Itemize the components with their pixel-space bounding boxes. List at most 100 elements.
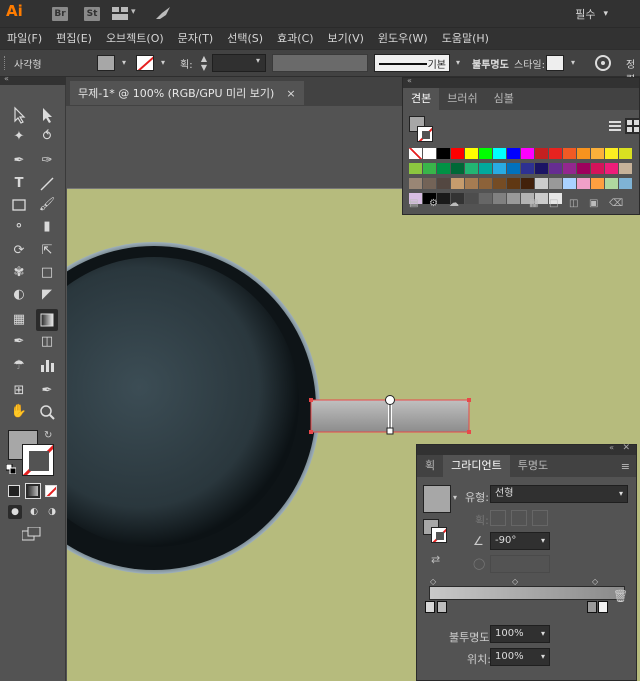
swatch[interactable] xyxy=(521,148,534,159)
list-view-icon[interactable] xyxy=(609,120,621,135)
color-stop[interactable] xyxy=(437,601,447,613)
grid-view-icon[interactable] xyxy=(625,118,640,134)
tab-gradient[interactable]: 그라디언트 xyxy=(443,455,510,477)
swatch[interactable] xyxy=(521,178,534,189)
gradient-tool-icon[interactable] xyxy=(36,309,58,331)
column-graph-tool-icon[interactable] xyxy=(36,355,58,377)
type-tool-icon[interactable]: T xyxy=(8,173,30,195)
swatch[interactable] xyxy=(619,148,632,159)
eyedropper-tool-icon[interactable]: ✒ xyxy=(8,331,30,353)
collapse-icon[interactable]: « xyxy=(407,76,412,85)
draw-normal-icon[interactable]: ● xyxy=(8,505,22,519)
swatch[interactable] xyxy=(409,178,422,189)
delete-swatch-icon[interactable]: ⌫ xyxy=(609,198,629,209)
menu-help[interactable]: 도움말(H) xyxy=(435,28,496,50)
swatch[interactable] xyxy=(535,163,548,174)
swatch[interactable] xyxy=(591,178,604,189)
swatch[interactable] xyxy=(479,148,492,159)
show-kinds-icon[interactable]: ▦ xyxy=(529,198,549,209)
color-stop-selected[interactable] xyxy=(598,601,608,613)
graphic-style-swatch[interactable] xyxy=(546,55,564,71)
swatch[interactable] xyxy=(423,148,436,159)
tab-swatches[interactable]: 견본 xyxy=(403,88,440,110)
document-tab[interactable]: 무제-1* @ 100% (RGB/GPU 미리 보기) × xyxy=(70,81,304,105)
swatch[interactable] xyxy=(423,163,436,174)
swatch[interactable] xyxy=(605,148,618,159)
swatch[interactable] xyxy=(535,148,548,159)
swatch[interactable] xyxy=(577,178,590,189)
menu-view[interactable]: 보기(V) xyxy=(321,28,371,50)
shape-builder-tool-icon[interactable]: ◐ xyxy=(8,284,30,306)
swatch[interactable] xyxy=(493,163,506,174)
chevron-down-icon[interactable]: ▾ xyxy=(256,56,260,65)
collapse-icon[interactable]: « xyxy=(609,443,614,452)
gradient-type-select[interactable]: 선형 ▾ xyxy=(490,485,628,503)
swatch[interactable] xyxy=(465,178,478,189)
free-transform-tool-icon[interactable]: □ xyxy=(36,262,58,284)
gradient-preview-swatch[interactable] xyxy=(423,485,451,513)
swatch[interactable] xyxy=(591,148,604,159)
direct-selection-tool-icon[interactable] xyxy=(36,104,58,126)
rectangle-tool-icon[interactable] xyxy=(8,194,30,216)
midpoint-diamond[interactable]: ◇ xyxy=(430,577,436,586)
swatch[interactable] xyxy=(619,178,632,189)
menu-edit[interactable]: 편집(E) xyxy=(49,28,99,50)
swatch[interactable] xyxy=(465,148,478,159)
new-group-icon[interactable]: ◫ xyxy=(569,198,589,209)
scale-tool-icon[interactable]: ⇱ xyxy=(36,240,58,262)
shaper-tool-icon[interactable]: ⚬ xyxy=(8,216,30,238)
swatch[interactable] xyxy=(451,148,464,159)
add-to-library-icon[interactable]: ⚙ xyxy=(429,198,449,209)
rocket-icon[interactable] xyxy=(154,5,172,24)
pan-body[interactable] xyxy=(67,242,320,574)
swatch[interactable] xyxy=(535,178,548,189)
swatch[interactable] xyxy=(549,148,562,159)
artboard-tool-icon[interactable]: ⊞ xyxy=(8,380,30,402)
draw-inside-icon[interactable]: ◑ xyxy=(45,505,59,519)
brush-definition[interactable]: 기본 xyxy=(374,54,450,72)
midpoint-diamond[interactable]: ◇ xyxy=(592,577,598,586)
stroke-swatch[interactable] xyxy=(136,55,154,71)
swatch[interactable] xyxy=(563,178,576,189)
swatch[interactable] xyxy=(437,148,450,159)
grip-handle[interactable] xyxy=(4,56,8,70)
swatch[interactable] xyxy=(521,163,534,174)
screen-mode-icon[interactable] xyxy=(21,526,42,541)
swatch[interactable] xyxy=(619,163,632,174)
swatch[interactable] xyxy=(605,178,618,189)
color-stop[interactable] xyxy=(425,601,435,613)
opacity-field[interactable]: 100% ▾ xyxy=(490,625,550,643)
warp-tool-icon[interactable]: ✾ xyxy=(8,262,30,284)
none-mode-icon[interactable] xyxy=(45,485,57,497)
swatch[interactable] xyxy=(563,163,576,174)
menu-file[interactable]: 파일(F) xyxy=(0,28,49,50)
swatch[interactable] xyxy=(549,178,562,189)
perspective-grid-tool-icon[interactable]: ◤ xyxy=(36,284,58,306)
workspace-switcher[interactable]: 필수 ▾ xyxy=(575,6,608,22)
lasso-tool-icon[interactable]: ⥀ xyxy=(36,126,58,148)
swap-fill-stroke-icon[interactable]: ↻ xyxy=(44,430,52,441)
swatch[interactable] xyxy=(465,163,478,174)
stock-icon[interactable]: St xyxy=(84,7,100,21)
swatch[interactable] xyxy=(577,148,590,159)
rotate-tool-icon[interactable]: ⟳ xyxy=(8,240,30,262)
close-icon[interactable]: ✕ xyxy=(622,443,630,453)
menu-object[interactable]: 오브젝트(O) xyxy=(99,28,171,50)
swatch[interactable] xyxy=(423,178,436,189)
swatch-none[interactable] xyxy=(409,148,422,159)
close-tab-icon[interactable]: × xyxy=(286,87,295,100)
angle-field[interactable]: -90° ▾ xyxy=(490,532,550,550)
tab-stroke[interactable]: 획 xyxy=(417,455,443,477)
swatch[interactable] xyxy=(563,148,576,159)
stroke-color-box[interactable] xyxy=(22,444,54,476)
arrange-documents-icon[interactable] xyxy=(112,7,128,20)
style-dropdown[interactable]: ▾ xyxy=(565,54,581,72)
chevron-down-icon[interactable]: ▾ xyxy=(131,7,136,17)
collapse-icon[interactable]: « xyxy=(4,74,9,83)
tab-symbols[interactable]: 심볼 xyxy=(486,88,522,110)
selection-tool-icon[interactable] xyxy=(8,104,30,126)
hand-tool-icon[interactable]: ✋ xyxy=(8,401,30,423)
stroke-dropdown[interactable]: ▾ xyxy=(155,54,171,72)
swatch[interactable] xyxy=(507,163,520,174)
swatch[interactable] xyxy=(451,163,464,174)
